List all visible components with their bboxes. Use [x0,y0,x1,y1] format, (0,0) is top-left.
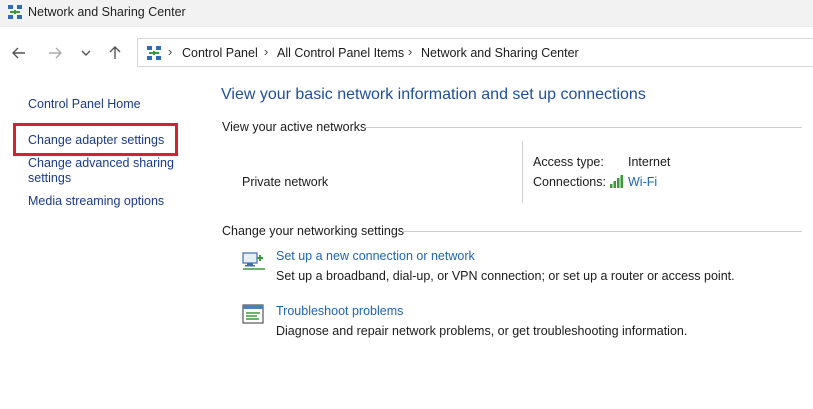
sidebar-item-change-adapter-settings[interactable]: Change adapter settings [28,133,164,148]
sidebar-item-label: Change advanced sharing [28,156,174,170]
access-type-label: Access type: [533,155,604,169]
chevron-down-icon [81,50,91,56]
section-divider [364,127,802,128]
breadcrumb-network-center[interactable]: Network and Sharing Center [421,46,579,60]
active-networks-label: View your active networks [222,120,367,134]
wifi-signal-icon [610,175,623,188]
title-bar: Network and Sharing Center [0,0,813,27]
connections-label: Connections: [533,175,606,189]
control-panel-icon [147,46,161,60]
chevron-right-icon[interactable]: › [168,44,172,59]
navigation-bar: › Control Panel › All Control Panel Item… [0,26,813,78]
back-arrow-icon [12,47,25,59]
breadcrumb-control-panel[interactable]: Control Panel [182,46,258,60]
up-button[interactable] [105,43,125,63]
sidebar-item-advanced-sharing[interactable]: Change advanced sharing settings [28,156,174,186]
window-title: Network and Sharing Center [28,5,186,19]
sidebar-item-control-panel-home[interactable]: Control Panel Home [28,97,141,112]
access-type-value: Internet [628,155,671,169]
forward-arrow-icon [49,47,62,59]
network-center-icon [8,5,22,19]
wifi-connection-link[interactable]: Wi-Fi [628,175,657,189]
forward-button[interactable] [45,43,65,63]
recent-locations-button[interactable] [76,43,96,63]
change-settings-label: Change your networking settings [222,224,405,238]
network-divider [522,141,523,203]
troubleshoot-icon [242,304,264,324]
back-button[interactable] [9,43,29,63]
breadcrumb-all-items[interactable]: All Control Panel Items [277,46,404,60]
new-connection-icon [242,252,265,270]
troubleshoot-description: Diagnose and repair network problems, or… [276,324,688,338]
page-title: View your basic network information and … [221,86,646,103]
chevron-right-icon[interactable]: › [408,44,412,59]
chevron-right-icon[interactable]: › [264,44,268,59]
network-name: Private network [242,175,329,189]
troubleshoot-link[interactable]: Troubleshoot problems [276,304,403,318]
setup-connection-description: Set up a broadband, dial-up, or VPN conn… [276,269,735,283]
up-arrow-icon [109,46,121,59]
address-bar[interactable]: › Control Panel › All Control Panel Item… [137,38,813,67]
sidebar-item-label: settings [28,171,72,185]
setup-connection-link[interactable]: Set up a new connection or network [276,249,475,263]
sidebar-item-media-streaming[interactable]: Media streaming options [28,194,164,209]
section-divider [402,231,802,232]
